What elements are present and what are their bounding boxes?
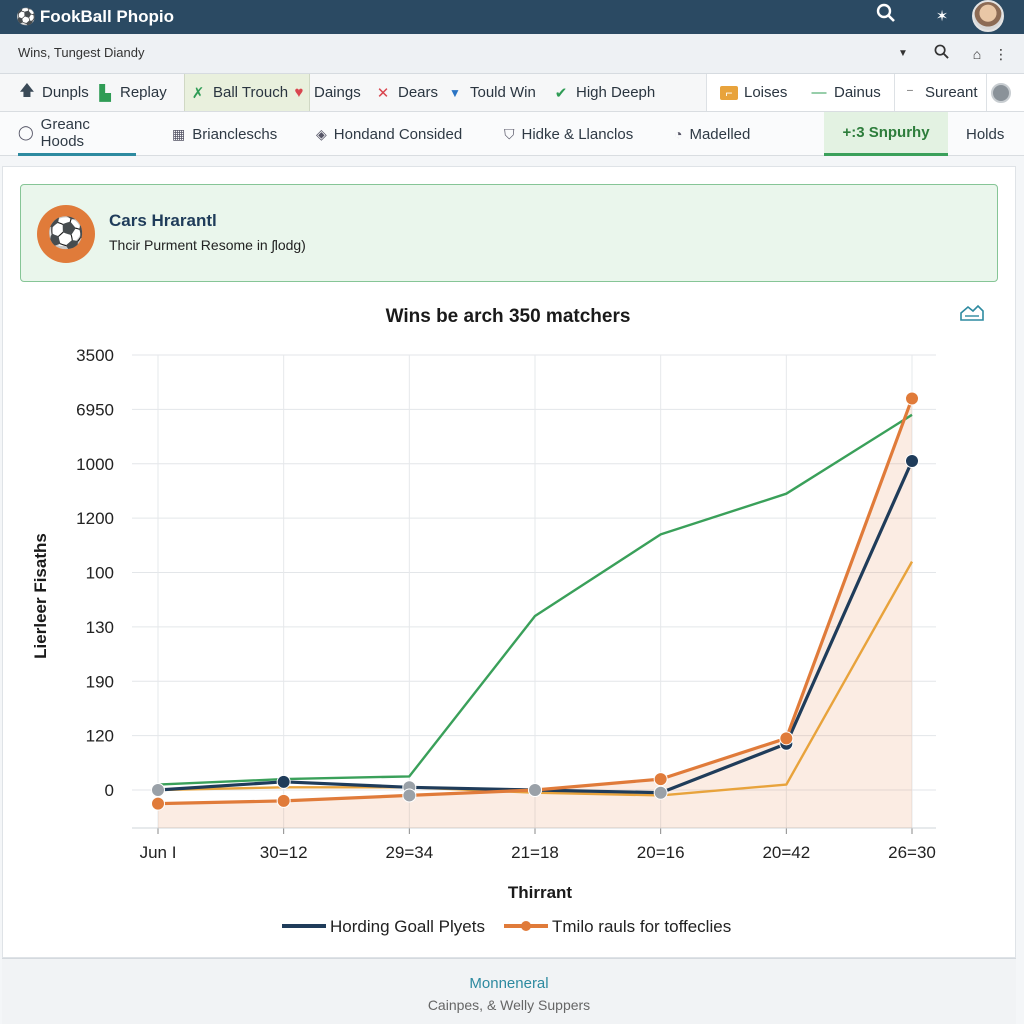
tool-label: Dunpls (42, 84, 89, 101)
tools-icon[interactable]: ✶ (928, 3, 956, 31)
chevron-down-icon[interactable]: ▼ (892, 43, 914, 65)
tab-label: +:3 Snpurhy (842, 124, 930, 141)
tool-label: Daings (314, 84, 361, 101)
globe-icon[interactable] (986, 74, 1015, 111)
refresh-icon: ◔ (674, 126, 683, 142)
grid-icon: ▦ (172, 125, 186, 142)
tool-daings[interactable]: ♥ Daings (286, 74, 365, 111)
tab-briancleschs[interactable]: ▦ Briancleschs (172, 112, 277, 156)
tool-high-deeph[interactable]: ✔ High Deeph (548, 74, 659, 111)
sub-bar: Wins, Tungest Diandy ▼ ⌂ ⋮ (0, 34, 1024, 74)
banner-subtitle: Thcir Purment Resome in ʃlodg) (109, 237, 306, 253)
tab-hondand-consided[interactable]: ◈ Hondand Consided (316, 112, 462, 156)
footer-text: Cainpes, & Welly Suppers (427, 997, 591, 1013)
tab-madelled[interactable]: ◔ Madelled (674, 112, 750, 156)
dash-icon: — (811, 84, 827, 101)
app-title: ⚽ FookBall Phopio (16, 7, 174, 27)
search-icon[interactable] (930, 43, 952, 65)
tab-hidke-llanclos[interactable]: ⛉ Hidke & Llanclos (504, 112, 633, 156)
banner-title: Cars Hrarantl (109, 211, 217, 230)
tool-dears[interactable]: ✕ Dears (370, 74, 442, 111)
tool-label: Replay (120, 84, 167, 101)
search-icon[interactable] (872, 3, 900, 31)
check-icon: ✔ (554, 84, 568, 102)
avatar[interactable] (972, 0, 1004, 32)
footer-link[interactable]: Monneneral (2, 975, 1016, 992)
badge-icon: ◈ (316, 125, 327, 142)
shield-icon: ⛉ (504, 125, 515, 142)
tab-label: Holds (966, 125, 1005, 143)
tab-label: Greanc Hoods (40, 115, 90, 150)
info-banner: ⚽ Cars Hrarantl Thcir Purment Resome in … (20, 184, 998, 282)
tab-label: Hondand Consided (333, 125, 463, 143)
bracket-icon: ⌐ (720, 85, 738, 100)
tool-label: Sureant (925, 84, 978, 101)
toolbar: 🡅 Dunpls ▙ Replay ✗ Ball Trouch ♥ Daings… (0, 74, 1024, 112)
tab-bar: ◯ Greanc Hoods ▦ Briancleschs ◈ Hondand … (0, 112, 1024, 156)
triangle-down-icon: ▼ (449, 85, 461, 100)
tool-loises[interactable]: ⌐ Loises (716, 74, 791, 111)
tool-tould-win[interactable]: ▼ Tould Win (442, 74, 540, 111)
app-title-text: FookBall Phopio (39, 7, 175, 26)
tool-sureant[interactable]: ⁻ Sureant (894, 74, 982, 111)
tool-label: Dears (398, 84, 439, 101)
chart-export-icon[interactable] (958, 302, 986, 326)
tab-holds[interactable]: Holds (966, 112, 1004, 156)
shield-outline-icon: ◯ (18, 124, 34, 140)
title-bar: ⚽ FookBall Phopio (0, 0, 1024, 34)
heart-icon: ♥ (294, 84, 304, 101)
home-icon[interactable]: ⌂ (966, 43, 988, 65)
ball-touch-icon: ✗ (191, 84, 205, 102)
main-panel (2, 166, 1016, 958)
footer: Monneneral Cainpes, & Welly Suppers (2, 958, 1016, 1024)
soccer-ball-icon: ⚽ (16, 9, 36, 26)
tool-label: Loises (744, 84, 788, 101)
tool-label: High Deeph (576, 84, 656, 101)
tab-label: Briancleschs (192, 125, 278, 143)
ball-icon: ⚽ (37, 205, 95, 263)
tab-label: Hidke & Llanclos (521, 125, 634, 143)
upload-arrow-icon: 🡅 (19, 82, 35, 99)
tool-dainus[interactable]: — Dainus (806, 74, 885, 111)
replay-icon: ▙ (99, 84, 111, 102)
more-icon[interactable]: ⋮ (990, 43, 1012, 65)
tool-label: Ball Trouch (213, 84, 289, 101)
tab-greanc-hoods[interactable]: ◯ Greanc Hoods (18, 112, 136, 156)
close-x-icon: ✕ (376, 84, 390, 102)
tab-snpurhy[interactable]: +:3 Snpurhy (824, 112, 948, 156)
tool-replay[interactable]: ▙ Replay (92, 74, 171, 111)
tool-dunpls[interactable]: 🡅 Dunpls (14, 74, 93, 111)
minus-line-icon: ⁻ (906, 84, 914, 102)
breadcrumb: Wins, Tungest Diandy (18, 45, 145, 60)
tab-label: Madelled (689, 125, 751, 143)
tool-label: Tould Win (470, 84, 536, 101)
tool-label: Dainus (834, 84, 881, 101)
